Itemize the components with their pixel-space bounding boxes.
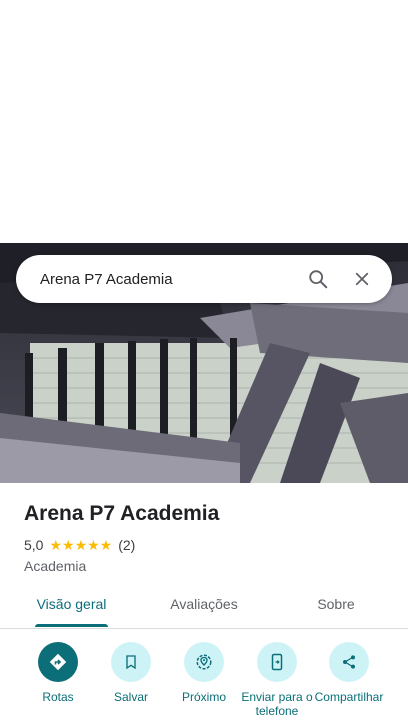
nearby-button[interactable]: Próximo <box>167 642 241 704</box>
share-button[interactable]: Compartilhar <box>312 642 386 726</box>
star-rating-icon: ★★★★★ <box>49 536 113 553</box>
place-category[interactable]: Academia <box>24 558 394 574</box>
search-bar[interactable]: Arena P7 Academia <box>16 255 392 303</box>
save-label: Salvar <box>113 690 148 704</box>
place-title: Arena P7 Academia <box>24 502 220 525</box>
place-info: Arena P7 Academia 5,0 ★★★★★ (2) Academia <box>24 500 394 574</box>
bookmark-icon <box>111 642 151 682</box>
save-button[interactable]: Salvar <box>94 642 168 704</box>
nearby-icon <box>184 642 224 682</box>
send-to-phone-button[interactable]: Enviar para o telefone <box>240 642 314 726</box>
tab-reviews[interactable]: Avaliações <box>160 586 248 626</box>
search-icon[interactable] <box>300 261 336 297</box>
directions-icon <box>38 642 78 682</box>
review-count: (2) <box>118 537 136 553</box>
rating-row[interactable]: 5,0 ★★★★★ (2) <box>24 536 394 554</box>
action-bar: Rotas Salvar Próximo Enviar para o telef… <box>0 642 408 726</box>
directions-button[interactable]: Rotas <box>21 642 95 704</box>
rating-value: 5,0 <box>24 537 44 553</box>
close-icon[interactable] <box>344 261 380 297</box>
place-tabs: Visão geral Avaliações Sobre <box>0 586 408 629</box>
share-icon <box>329 642 369 682</box>
share-label: Compartilhar <box>314 690 384 704</box>
tab-overview[interactable]: Visão geral <box>35 586 108 626</box>
map-blank-area <box>0 0 408 243</box>
send-to-phone-icon <box>257 642 297 682</box>
nearby-label: Próximo <box>181 690 226 704</box>
send-to-phone-label: Enviar para o telefone <box>241 690 313 718</box>
search-input[interactable]: Arena P7 Academia <box>16 271 300 288</box>
directions-label: Rotas <box>42 690 74 704</box>
tab-about[interactable]: Sobre <box>306 586 366 626</box>
tab-indicator <box>35 624 108 627</box>
